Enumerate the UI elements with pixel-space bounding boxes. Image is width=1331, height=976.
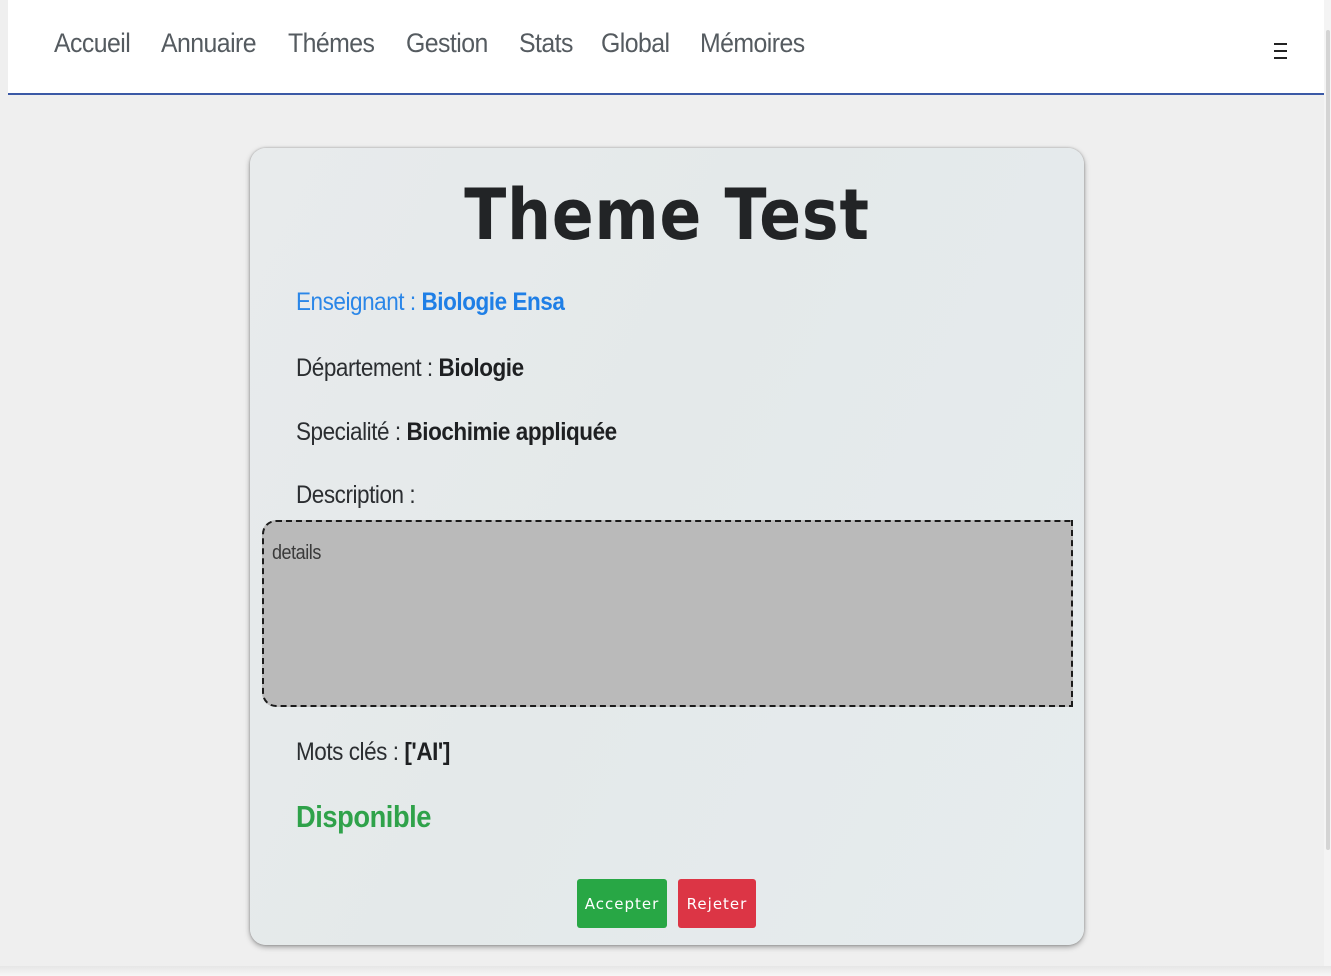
specialty-label: Specialité :: [296, 418, 407, 446]
department-label: Département :: [296, 354, 439, 382]
hamburger-menu-icon[interactable]: [1270, 38, 1292, 64]
top-navbar: Accueil Annuaire Thémes Gestion Stats Gl…: [8, 0, 1324, 95]
specialty-field: Specialité : Biochimie appliquée: [296, 418, 617, 447]
nav-link-stats[interactable]: Stats: [519, 28, 573, 59]
nav-link-annuaire[interactable]: Annuaire: [161, 28, 257, 59]
description-box: details: [262, 520, 1073, 707]
reject-button[interactable]: Rejeter: [678, 879, 756, 928]
teacher-value[interactable]: Biologie Ensa: [421, 288, 564, 316]
nav-link-accueil[interactable]: Accueil: [54, 28, 131, 59]
specialty-value: Biochimie appliquée: [406, 418, 617, 446]
nav-links: Accueil Annuaire Thémes Gestion Stats Gl…: [54, 28, 838, 59]
nav-link-global[interactable]: Global: [601, 28, 670, 59]
keywords-value: ['AI']: [404, 738, 450, 766]
accept-button[interactable]: Accepter: [577, 879, 667, 928]
keywords-label: Mots clés :: [296, 738, 405, 766]
department-field: Département : Biologie: [296, 354, 524, 383]
department-value: Biologie: [438, 354, 525, 382]
scrollbar[interactable]: [1324, 0, 1331, 976]
status-label: Disponible: [296, 799, 432, 834]
theme-card: Theme Test Enseignant : Biologie Ensa Dé…: [250, 148, 1084, 945]
theme-title: Theme Test: [464, 174, 870, 256]
nav-link-memoires[interactable]: Mémoires: [700, 28, 805, 59]
scrollbar-thumb[interactable]: [1326, 30, 1330, 850]
nav-link-gestion[interactable]: Gestion: [406, 28, 488, 59]
bottom-edge: [0, 966, 1331, 976]
description-text: details: [272, 542, 321, 564]
nav-link-themes[interactable]: Thémes: [288, 28, 375, 59]
keywords-field: Mots clés : ['AI']: [296, 738, 450, 767]
teacher-field: Enseignant : Biologie Ensa: [296, 288, 565, 317]
teacher-label: Enseignant :: [296, 288, 422, 316]
description-label: Description :: [296, 481, 416, 509]
